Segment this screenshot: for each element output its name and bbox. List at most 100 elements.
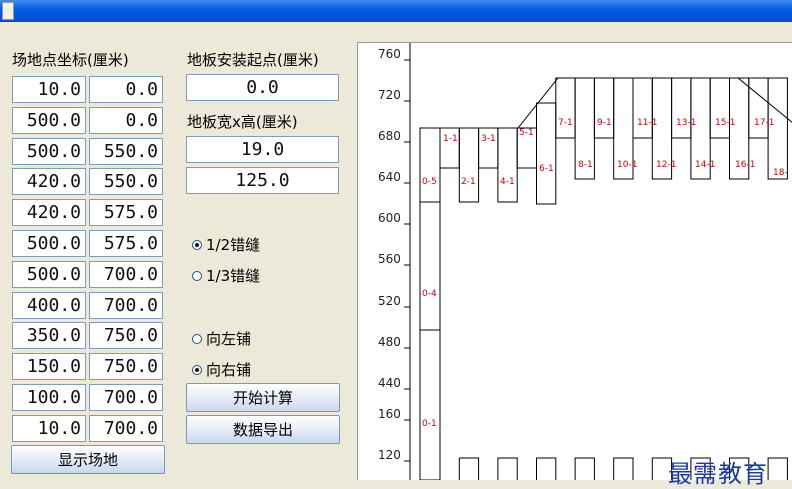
- y-tick-label: 480: [378, 335, 401, 349]
- coord-y-field[interactable]: 575.0: [89, 199, 163, 226]
- board-label: 3-1: [481, 134, 496, 144]
- board-label: 5-1: [519, 128, 534, 138]
- board-label: 0-4: [422, 289, 437, 299]
- board-piece-bottom: [458, 457, 480, 480]
- radio-dot: [192, 333, 202, 344]
- board-label: 18-: [773, 168, 788, 178]
- coord-x-field[interactable]: 500.0: [12, 261, 86, 288]
- main-panel: 场地点坐标(厘米) 地板安装起点(厘米) 地板宽x高(厘米) 10.0 0.0 50…: [0, 22, 792, 488]
- export-button[interactable]: 数据导出: [186, 415, 340, 444]
- window-title-bar: [0, 0, 792, 22]
- board-piece: [632, 77, 653, 139]
- radio-half-offset[interactable]: 1/2错缝: [192, 234, 260, 255]
- coord-x-field[interactable]: 500.0: [12, 107, 86, 134]
- board-piece-bottom: [613, 457, 634, 480]
- board-piece: [767, 77, 788, 180]
- coord-y-field[interactable]: 700.0: [89, 384, 163, 411]
- coord-x-field[interactable]: 100.0: [12, 384, 86, 411]
- start-point-title: 地板安装起点(厘米): [187, 51, 319, 69]
- board-width-field[interactable]: 19.0: [186, 136, 339, 163]
- y-tick-label: 440: [378, 376, 401, 390]
- coord-y-field[interactable]: 0.0: [89, 107, 163, 134]
- board-piece: [555, 77, 576, 139]
- board-label: 4-1: [500, 177, 515, 187]
- board-piece: [497, 127, 518, 203]
- board-piece: [671, 77, 692, 139]
- board-label: 8-1: [578, 160, 593, 170]
- board-piece: [593, 77, 615, 139]
- board-size-title: 地板宽x高(厘米): [187, 113, 298, 131]
- radio-dot-selected: [192, 364, 202, 375]
- board-piece-bottom: [536, 457, 557, 480]
- radio-lay-left[interactable]: 向左铺: [192, 328, 251, 349]
- radio-dot-selected: [192, 239, 202, 250]
- coord-x-field[interactable]: 420.0: [12, 168, 86, 195]
- y-tick-label: 560: [378, 252, 401, 266]
- watermark: 最需教育: [668, 460, 768, 488]
- y-tick-label: 520: [378, 294, 401, 308]
- board-piece-bottom: [767, 457, 788, 480]
- start-point-field[interactable]: 0.0: [186, 74, 339, 101]
- board-label: 9-1: [597, 118, 612, 128]
- y-tick-label: 720: [378, 88, 401, 102]
- y-tick-label: 600: [378, 211, 401, 225]
- radio-third-offset[interactable]: 1/3错缝: [192, 265, 260, 286]
- coord-y-field[interactable]: 550.0: [89, 168, 163, 195]
- radio-lay-left-label: 向左铺: [206, 330, 252, 348]
- coord-y-field[interactable]: 0.0: [89, 76, 163, 103]
- board-label: 14-1: [695, 160, 715, 170]
- coord-y-field[interactable]: 575.0: [89, 230, 163, 257]
- board-height-field[interactable]: 125.0: [186, 167, 339, 194]
- coord-y-field[interactable]: 700.0: [89, 261, 163, 288]
- coord-y-field[interactable]: 700.0: [89, 292, 163, 319]
- coord-x-field[interactable]: 150.0: [12, 353, 86, 380]
- coord-x-field[interactable]: 400.0: [12, 292, 86, 319]
- board-label: 2-1: [461, 177, 476, 187]
- board-label: 15-1: [715, 118, 735, 128]
- board-column-0-low: [419, 329, 441, 480]
- board-label: 16-1: [735, 160, 755, 170]
- coord-x-field[interactable]: 10.0: [12, 415, 86, 442]
- board-piece-bottom: [574, 457, 595, 480]
- layout-plot-svg: 760 720 680 640 600 560 520 480 440 160 120 1-1 2-1 3…: [378, 43, 792, 480]
- y-tick-label: 640: [378, 170, 401, 184]
- coords-title: 场地点坐标(厘米): [12, 51, 129, 69]
- board-label: 11-1: [637, 118, 657, 128]
- radio-half-offset-label: 1/2错缝: [206, 236, 261, 254]
- coord-x-field[interactable]: 10.0: [12, 76, 86, 103]
- coord-x-field[interactable]: 420.0: [12, 199, 86, 226]
- radio-dot: [192, 270, 202, 281]
- board-label: 12-1: [656, 160, 676, 170]
- app-icon: [2, 2, 14, 20]
- board-label: 13-1: [676, 118, 696, 128]
- radio-lay-right[interactable]: 向右铺: [192, 359, 251, 380]
- board-piece: [748, 77, 769, 139]
- y-tick-label: 680: [378, 129, 401, 143]
- show-site-button[interactable]: 显示场地: [11, 445, 165, 474]
- board-label: 0-1: [422, 419, 437, 429]
- coord-y-field[interactable]: 700.0: [89, 415, 163, 442]
- board-column-0-top: [419, 127, 441, 203]
- radio-third-offset-label: 1/3错缝: [206, 267, 261, 285]
- coord-y-field[interactable]: 750.0: [89, 322, 163, 349]
- coord-x-field[interactable]: 350.0: [12, 322, 86, 349]
- coord-x-field[interactable]: 500.0: [12, 138, 86, 165]
- board-piece: [536, 102, 557, 205]
- coord-x-field[interactable]: 500.0: [12, 230, 86, 257]
- board-label: 17-1: [754, 118, 774, 128]
- y-tick-label: 120: [378, 448, 401, 462]
- board-piece: [458, 127, 480, 203]
- coord-y-field[interactable]: 750.0: [89, 353, 163, 380]
- coord-y-field[interactable]: 550.0: [89, 138, 163, 165]
- compute-button[interactable]: 开始计算: [186, 383, 340, 412]
- board-label: 10-1: [617, 160, 637, 170]
- layout-plot: 760 720 680 640 600 560 520 480 440 160 120 1-1 2-1 3…: [357, 42, 792, 480]
- board-label: 7-1: [558, 118, 573, 128]
- board-piece-bottom: [497, 457, 518, 480]
- board-label: 1-1: [443, 134, 458, 144]
- board-column-0-mid: [419, 201, 441, 331]
- y-tick-label: 760: [378, 47, 401, 61]
- radio-lay-right-label: 向右铺: [206, 361, 252, 379]
- board-label: 0-5: [422, 177, 437, 187]
- board-label: 6-1: [539, 164, 554, 174]
